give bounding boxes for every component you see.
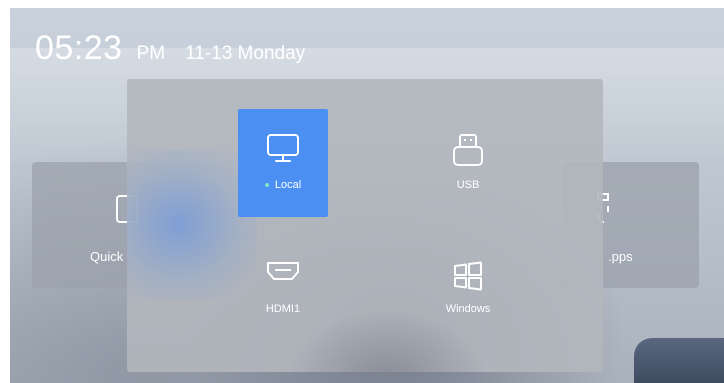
clock-ampm: PM: [136, 43, 166, 64]
monitor-icon: [267, 134, 299, 162]
source-label: USB: [456, 179, 480, 191]
active-indicator-dot: [264, 183, 269, 188]
clock-time: 05:23: [35, 29, 123, 67]
usb-icon: [453, 134, 483, 166]
home-tile-label: Quick: [90, 249, 124, 264]
home-tile-label: .pps: [608, 249, 633, 264]
hdmi-icon: [267, 262, 299, 280]
source-label: Local: [274, 179, 302, 191]
windows-icon: [454, 261, 482, 291]
tv-home-screen: 05:23 PM 11-13 Monday Quick .pps Local U…: [10, 8, 724, 383]
clock-date: 11-13 Monday: [185, 43, 306, 64]
source-label: HDMI1: [265, 303, 301, 315]
source-label-row: Local: [238, 179, 328, 191]
source-hdmi1[interactable]: HDMI1: [238, 230, 328, 338]
source-local[interactable]: Local: [238, 109, 328, 217]
source-label: Windows: [445, 303, 491, 315]
source-windows[interactable]: Windows: [423, 230, 513, 338]
background-chair: [634, 338, 724, 383]
signal-source-panel: Local USB HDMI1 Windows: [127, 79, 603, 372]
status-clock: 05:23 PM 11-13 Monday: [35, 29, 305, 68]
source-usb[interactable]: USB: [423, 109, 513, 217]
